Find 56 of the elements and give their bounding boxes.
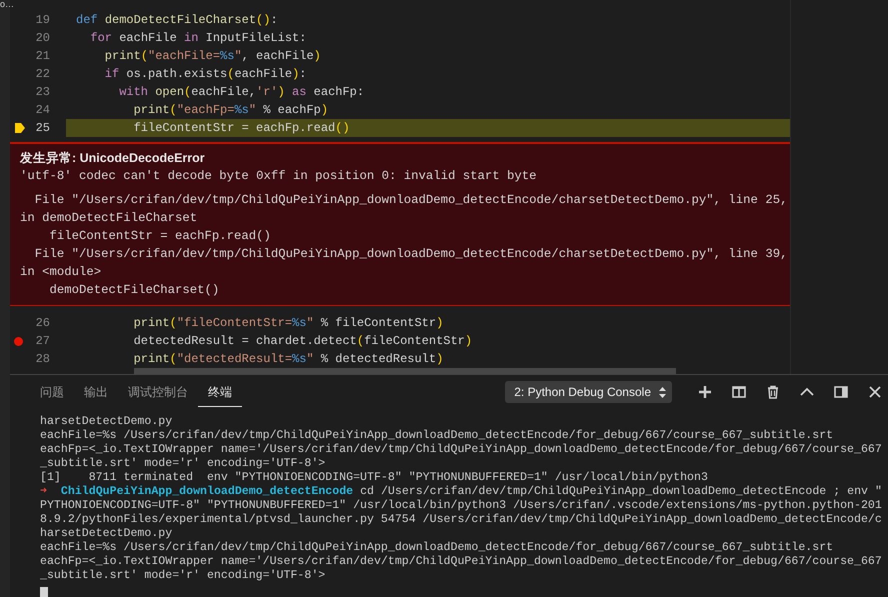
line-number: 19 — [36, 12, 50, 29]
code-line: fileContentStr = eachFp.read() — [132, 121, 350, 135]
line-number: 22 — [36, 66, 50, 83]
breakpoint-icon[interactable] — [14, 337, 23, 346]
line-number: 20 — [36, 30, 50, 47]
terminal-line: eachFile=%s /Users/crifan/dev/tmp/ChildQuPeiYinApp_downloadDemo_detectEncode/for_debug/667/course_667_subtitle.srt — [40, 429, 834, 442]
panel-tab[interactable]: 问题 — [30, 377, 74, 407]
traceback-line: File "/Users/crifan/dev/tmp/ChildQuPeiYinApp_downloadDemo_detectEncode/charsetDetectDemo.py", line 39, — [34, 247, 788, 261]
exception-title: 发生异常: UnicodeDecodeError — [20, 150, 206, 167]
line-number: 23 — [36, 84, 50, 101]
code-line: with open(eachFile,'r') as eachFp: — [118, 85, 364, 99]
traceback-line: in <module> — [20, 265, 102, 279]
traceback-line: File "/Users/crifan/dev/tmp/ChildQuPeiYinApp_downloadDemo_detectEncode/charsetDetectDemo.py", line 25, — [34, 193, 788, 207]
plus-icon[interactable] — [698, 385, 712, 399]
line-number: 26 — [36, 315, 50, 332]
line-number: 21 — [36, 48, 50, 65]
terminal-line: eachFp=<_io.TextIOWrapper name='/Users/crifan/dev/tmp/ChildQuPeiYinApp_downloadDemo_detectEncode/for_debug/667/course_667 — [40, 443, 882, 456]
code-line: print("detectedResult=%s" % detectedResult) — [132, 352, 444, 366]
terminal-cursor — [40, 587, 48, 597]
code-line: print("fileContentStr=%s" % fileContentStr) — [132, 316, 444, 330]
prompt-arrow-icon: ➜ — [40, 485, 47, 498]
code-line: print("eachFile=%s", eachFile) — [104, 49, 321, 63]
panel-layout-icon[interactable] — [834, 385, 848, 399]
close-icon[interactable] — [868, 385, 882, 399]
terminal-line: 8.9.2/pythonFiles/experimental/ptvsd_launcher.py 54754 /Users/crifan/dev/tmp/ChildQuPeiYinApp_downloadDemo_detectEncode/c — [40, 513, 882, 526]
line-number: 28 — [36, 351, 50, 368]
split-icon[interactable] — [732, 385, 746, 399]
trash-icon[interactable] — [766, 385, 780, 399]
caret-icon — [659, 386, 666, 398]
line-number: 25 — [36, 120, 50, 137]
code-line: detectedResult = chardet.detect(fileContentStr) — [132, 334, 472, 348]
code-line: def demoDetectFileCharset(): — [76, 13, 278, 27]
traceback-line: demoDetectFileCharset() — [48, 283, 220, 297]
terminal-dropdown[interactable]: 2: Python Debug Console — [505, 381, 672, 403]
terminal-line: _subtitle.srt' mode='r' encoding='UTF-8'> — [40, 457, 326, 470]
terminal-line: harsetDetectDemo.py — [40, 415, 172, 428]
terminal-line: harsetDetectDemo.py — [40, 527, 172, 540]
prompt-directory: ChildQuPeiYinApp_downloadDemo_detectEncode — [60, 485, 354, 498]
code-line: if os.path.exists(eachFile): — [104, 67, 306, 81]
traceback-line: in demoDetectFileCharset — [20, 211, 198, 225]
line-number: 27 — [36, 333, 50, 350]
terminal-line: PYTHONIOENCODING=UTF-8" "PYTHONUNBUFFERED=1" /usr/local/bin/python3 /Users/crifan/.vscode/extensions/ms-python.python-201 — [40, 499, 882, 512]
sidebar-label: o… — [0, 0, 14, 11]
line-number: 24 — [36, 102, 50, 119]
panel-tab[interactable]: 调试控制台 — [118, 377, 198, 407]
code-line: print("eachFp=%s" % eachFp) — [132, 103, 328, 117]
terminal-line: [1] 8711 terminated env "PYTHONIOENCODING=UTF-8" "PYTHONUNBUFFERED=1" /usr/local/bin/python3 — [40, 471, 708, 484]
terminal-line: eachFile=%s /Users/crifan/dev/tmp/ChildQuPeiYinApp_downloadDemo_detectEncode/for_debug/667/course_667_subtitle.srt — [40, 541, 834, 554]
code-line: for eachFile in InputFileList: — [89, 31, 306, 45]
terminal-line: eachFp=<_io.TextIOWrapper name='/Users/crifan/dev/tmp/ChildQuPeiYinApp_downloadDemo_detectEncode/for_debug/667/course_667 — [40, 555, 882, 568]
panel-tab[interactable]: 输出 — [74, 377, 118, 407]
terminal-command: cd /Users/crifan/dev/tmp/ChildQuPeiYinApp_downloadDemo_detectEncode ; env " — [360, 485, 882, 498]
terminal-line: _subtitle.srt' mode='r' encoding='UTF-8'> — [40, 569, 326, 582]
panel-tab[interactable]: 终端 — [198, 377, 242, 407]
exception-message: 'utf-8' codec can't decode byte 0xff in position 0: invalid start byte — [20, 168, 538, 185]
traceback-line: fileContentStr = eachFp.read() — [48, 229, 271, 243]
